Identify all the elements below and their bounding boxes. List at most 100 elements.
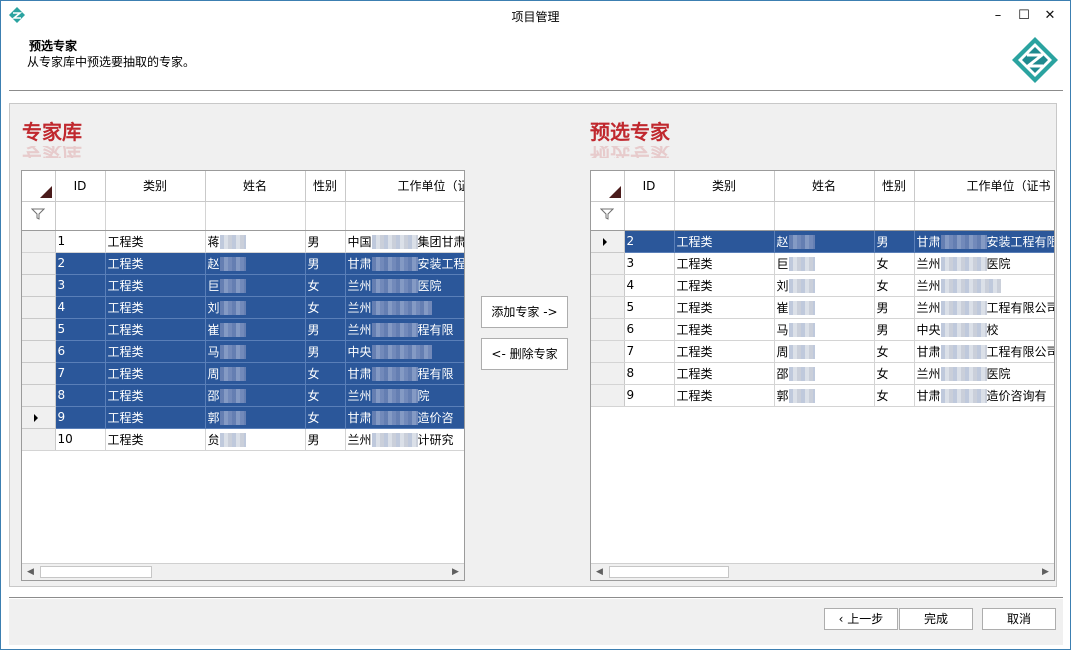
cell-gender[interactable]: 男 xyxy=(874,230,915,253)
column-header-category[interactable]: 类别 xyxy=(674,171,775,202)
cell-name[interactable]: 刘 xyxy=(774,274,875,297)
scroll-right-arrow-icon[interactable]: ▶ xyxy=(1037,564,1054,580)
cell-category[interactable]: 工程类 xyxy=(105,406,206,429)
remove-expert-button[interactable]: <- 删除专家 xyxy=(481,338,568,370)
cell-unit[interactable]: 兰州 程有限 xyxy=(345,318,464,341)
row-indicator[interactable] xyxy=(22,340,56,363)
cell-name[interactable]: 郭 xyxy=(205,406,306,429)
cell-name[interactable]: 周 xyxy=(774,340,875,363)
cell-id[interactable]: 10 xyxy=(55,428,106,451)
cell-gender[interactable]: 女 xyxy=(874,362,915,385)
table-row[interactable]: 10 工程类贠 男兰州 计研究 xyxy=(22,428,464,451)
cell-unit[interactable]: 中央 xyxy=(345,340,464,363)
cell-name[interactable]: 刘 xyxy=(205,296,306,319)
table-row[interactable]: 1 工程类蒋 男中国 集团甘肃 xyxy=(22,230,464,253)
cell-gender[interactable]: 男 xyxy=(305,428,346,451)
cell-category[interactable]: 工程类 xyxy=(105,318,206,341)
table-row[interactable]: 5 工程类崔 男兰州 程有限 xyxy=(22,318,464,341)
cell-category[interactable]: 工程类 xyxy=(105,296,206,319)
cell-name[interactable]: 马 xyxy=(774,318,875,341)
cell-category[interactable]: 工程类 xyxy=(105,384,206,407)
cell-gender[interactable]: 男 xyxy=(874,296,915,319)
cell-id[interactable]: 9 xyxy=(624,384,675,407)
cell-category[interactable]: 工程类 xyxy=(105,340,206,363)
cell-name[interactable]: 郭 xyxy=(774,384,875,407)
cell-gender[interactable]: 女 xyxy=(305,274,346,297)
table-row[interactable]: 8 工程类邵 女兰州 院 xyxy=(22,384,464,407)
cell-gender[interactable]: 男 xyxy=(305,340,346,363)
cell-category[interactable]: 工程类 xyxy=(105,252,206,275)
add-expert-button[interactable]: 添加专家 -> xyxy=(481,296,568,328)
scroll-thumb[interactable] xyxy=(609,566,729,578)
finish-button[interactable]: 完成 xyxy=(899,608,973,630)
table-row[interactable]: 4 工程类刘 女兰州 xyxy=(22,296,464,319)
cell-gender[interactable]: 女 xyxy=(874,252,915,275)
cell-unit[interactable]: 兰州 xyxy=(345,296,464,319)
cell-gender[interactable]: 女 xyxy=(874,274,915,297)
row-indicator[interactable] xyxy=(22,362,56,385)
cell-category[interactable]: 工程类 xyxy=(674,384,775,407)
row-indicator[interactable] xyxy=(591,230,625,253)
cell-name[interactable]: 马 xyxy=(205,340,306,363)
column-header-name[interactable]: 姓名 xyxy=(205,171,306,202)
cell-category[interactable]: 工程类 xyxy=(674,252,775,275)
cell-id[interactable]: 8 xyxy=(55,384,106,407)
row-indicator[interactable] xyxy=(591,384,625,407)
cell-category[interactable]: 工程类 xyxy=(674,340,775,363)
cell-id[interactable]: 2 xyxy=(55,252,106,275)
cell-gender[interactable]: 女 xyxy=(874,340,915,363)
table-row[interactable]: 7 工程类周 女甘肃 程有限 xyxy=(22,362,464,385)
maximize-button[interactable]: ☐ xyxy=(1014,7,1034,25)
filter-row[interactable] xyxy=(22,201,464,231)
column-header-unit[interactable]: 工作单位（证 xyxy=(345,171,464,202)
cell-name[interactable]: 蒋 xyxy=(205,230,306,253)
cell-unit[interactable]: 兰州 医院 xyxy=(914,252,1054,275)
cell-unit[interactable]: 中国 集团甘肃 xyxy=(345,230,464,253)
scroll-left-arrow-icon[interactable]: ◀ xyxy=(591,564,608,580)
row-indicator[interactable] xyxy=(591,274,625,297)
cell-category[interactable]: 工程类 xyxy=(674,296,775,319)
cell-name[interactable]: 巨 xyxy=(774,252,875,275)
right-horizontal-scrollbar[interactable]: ◀ ▶ xyxy=(591,563,1054,580)
table-row[interactable]: 3 工程类巨 女兰州 医院 xyxy=(591,252,1054,275)
expert-library-grid[interactable]: ID 类别 姓名 性别 工作单位（证 1 工程类蒋男中国 集团甘肃 2 工程类赵男甘肃安… xyxy=(21,170,465,581)
cell-id[interactable]: 1 xyxy=(55,230,106,253)
row-indicator[interactable] xyxy=(22,428,56,451)
cell-gender[interactable]: 女 xyxy=(305,384,346,407)
cell-name[interactable]: 邵 xyxy=(774,362,875,385)
filter-icon[interactable] xyxy=(31,208,46,220)
column-header-gender[interactable]: 性别 xyxy=(305,171,346,202)
row-indicator[interactable] xyxy=(591,362,625,385)
row-indicator[interactable] xyxy=(22,252,56,275)
cell-id[interactable]: 6 xyxy=(55,340,106,363)
cell-gender[interactable]: 女 xyxy=(305,362,346,385)
cell-name[interactable]: 崔 xyxy=(205,318,306,341)
cell-id[interactable]: 3 xyxy=(55,274,106,297)
cell-category[interactable]: 工程类 xyxy=(674,274,775,297)
grid-corner[interactable] xyxy=(591,171,625,202)
column-header-gender[interactable]: 性别 xyxy=(874,171,915,202)
cell-unit[interactable]: 甘肃 工程有限公司 xyxy=(914,340,1054,363)
cell-id[interactable]: 3 xyxy=(624,252,675,275)
minimize-button[interactable]: – xyxy=(988,7,1008,25)
cell-unit[interactable]: 甘肃 安装工程 xyxy=(345,252,464,275)
left-horizontal-scrollbar[interactable]: ◀ ▶ xyxy=(22,563,464,580)
cell-category[interactable]: 工程类 xyxy=(674,318,775,341)
row-indicator[interactable] xyxy=(591,252,625,275)
preselected-experts-grid[interactable]: ID 类别 姓名 性别 工作单位（证书 2 工程类赵男甘肃 安装工程有限 3 工程类巨女… xyxy=(590,170,1055,581)
table-row[interactable]: 3 工程类巨 女兰州 医院 xyxy=(22,274,464,297)
cell-category[interactable]: 工程类 xyxy=(105,428,206,451)
cell-unit[interactable]: 甘肃 程有限 xyxy=(345,362,464,385)
cell-category[interactable]: 工程类 xyxy=(674,362,775,385)
column-header-unit[interactable]: 工作单位（证书 xyxy=(914,171,1054,202)
cell-gender[interactable]: 男 xyxy=(305,252,346,275)
cell-category[interactable]: 工程类 xyxy=(105,230,206,253)
scroll-right-arrow-icon[interactable]: ▶ xyxy=(447,564,464,580)
cell-gender[interactable]: 女 xyxy=(305,406,346,429)
cell-category[interactable]: 工程类 xyxy=(674,230,775,253)
cell-name[interactable]: 邵 xyxy=(205,384,306,407)
cell-id[interactable]: 5 xyxy=(55,318,106,341)
cell-id[interactable]: 9 xyxy=(55,406,106,429)
close-button[interactable]: ✕ xyxy=(1040,7,1060,25)
filter-row[interactable] xyxy=(591,201,1054,231)
